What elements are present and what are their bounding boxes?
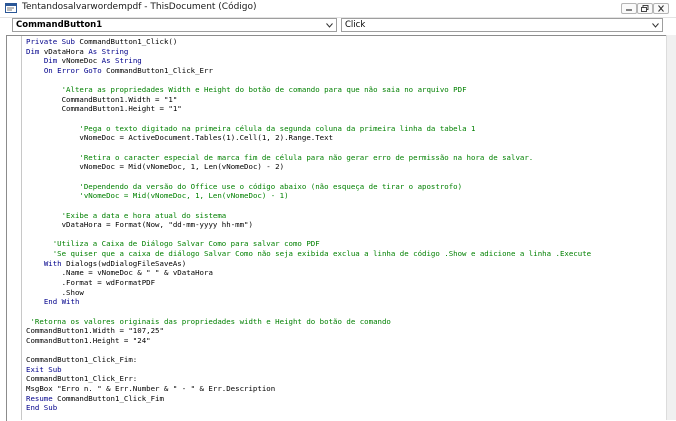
code-line[interactable]: CommandButton1.Width = "107,25" (26, 326, 666, 336)
code-comment: 'Utiliza a Caixa de Diálogo Salvar Como … (52, 239, 320, 249)
code-line[interactable]: Dim vNomeDoc As String (26, 56, 666, 66)
code-comment: 'Retorna os valores originais das propri… (30, 316, 391, 326)
code-text: vNomeDoc (61, 56, 102, 66)
code-line[interactable] (26, 201, 666, 211)
code-text: MsgBox "Erro n. " & Err.Number & " - " &… (26, 384, 276, 394)
code-keyword: Private Sub (26, 37, 80, 46)
code-line[interactable]: 'Dependendo da versão do Office use o có… (26, 182, 666, 192)
code-text: vNomeDoc = ActiveDocument.Tables(1).Cell… (79, 133, 334, 143)
code-keyword: Dim (26, 46, 44, 56)
code-keyword: Dim (43, 56, 62, 66)
minimize-icon (626, 9, 632, 11)
chevron-down-icon (326, 23, 333, 28)
code-line[interactable] (26, 114, 666, 124)
code-text: .Show (61, 287, 84, 297)
code-line[interactable]: With Dialogs(wdDialogFileSaveAs) (26, 259, 666, 269)
code-text: CommandButton1.Height = "1" (61, 104, 182, 114)
code-text: CommandButton1_Click_Err: (26, 374, 138, 384)
code-text: vDataHora (43, 46, 89, 56)
code-line[interactable]: .Format = wdFormatPDF (26, 278, 666, 288)
code-text: vNomeDoc = Mid(vNomeDoc, 1, Len(vNomeDoc… (79, 162, 285, 172)
minimize-button[interactable] (621, 3, 637, 14)
code-line[interactable]: Exit Sub (26, 365, 666, 375)
code-keyword: As String (101, 56, 142, 66)
code-line[interactable] (26, 307, 666, 317)
code-keyword: As String (88, 46, 129, 56)
code-line[interactable]: CommandButton1_Click_Err: (26, 374, 666, 384)
code-text: Dialogs(wdDialogFileSaveAs) (66, 258, 187, 268)
code-text: CommandButton1.Width = "107,25" (26, 326, 164, 336)
code-line[interactable]: 'Se quiser que a caixa de diálogo Salvar… (26, 249, 666, 259)
code-comment: 'Se quiser que a caixa de diálogo Salvar… (52, 249, 592, 259)
code-line[interactable]: vDataHora = Format(Now, "dd-mm-yyyy hh-m… (26, 220, 666, 230)
title-bar: Tentandosalvarwordempdf - ThisDocument (… (0, 0, 676, 18)
code-line[interactable]: 'Exibe a data e hora atual do sistema (26, 211, 666, 221)
code-line[interactable]: .Name = vNomeDoc & " " & vDataHora (26, 268, 666, 278)
code-line[interactable]: Resume CommandButton1_Click_Fim (26, 394, 666, 404)
code-keyword: End With (43, 297, 80, 307)
code-keyword: Exit Sub (26, 364, 62, 374)
code-keyword: With (43, 258, 67, 268)
code-line[interactable]: MsgBox "Erro n. " & Err.Number & " - " &… (26, 384, 666, 394)
code-keyword: End Sub (26, 403, 58, 413)
restore-icon (641, 5, 649, 12)
code-line[interactable]: End With (26, 297, 666, 307)
code-comment: 'Pega o texto digitado na primeira célul… (79, 123, 476, 133)
vertical-scrollbar[interactable] (666, 35, 676, 420)
close-icon (658, 5, 664, 12)
code-line[interactable]: CommandButton1.Height = "1" (26, 104, 666, 114)
code-text: CommandButton1_Click_Err (106, 65, 213, 75)
code-line[interactable]: Dim vDataHora As String (26, 47, 666, 57)
code-area[interactable]: Private Sub CommandButton1_Click() Dim vD… (26, 37, 666, 413)
close-button[interactable] (653, 3, 669, 14)
procedure-dropdown-value: Click (345, 20, 366, 30)
code-comment: 'Altera as propriedades Width e Height d… (61, 85, 467, 95)
code-line[interactable] (26, 143, 666, 153)
chevron-down-icon (652, 23, 659, 28)
code-line[interactable]: CommandButton1_Click_Fim: (26, 355, 666, 365)
code-text: CommandButton1.Width = "1" (61, 94, 178, 104)
code-line[interactable]: 'Utiliza a Caixa de Diálogo Salvar Como … (26, 239, 666, 249)
code-text: CommandButton1_Click() (79, 37, 178, 46)
code-line[interactable]: .Show (26, 288, 666, 298)
code-comment: 'Retira o caracter especial de marca fim… (79, 152, 534, 162)
code-text: vDataHora = Format(Now, "dd-mm-yyyy hh-m… (61, 220, 253, 230)
code-line[interactable]: 'Retira o caracter especial de marca fim… (26, 153, 666, 163)
code-line[interactable]: On Error GoTo CommandButton1_Click_Err (26, 66, 666, 76)
code-line[interactable]: CommandButton1.Width = "1" (26, 95, 666, 105)
code-keyword: On Error GoTo (43, 65, 107, 75)
margin-indicator-bar[interactable] (7, 36, 22, 420)
code-line[interactable]: 'Pega o texto digitado na primeira célul… (26, 124, 666, 134)
code-line[interactable] (26, 76, 666, 86)
vba-module-icon (5, 3, 17, 13)
procedure-dropdown[interactable]: Click (341, 18, 663, 32)
object-dropdown-value: CommandButton1 (16, 20, 103, 30)
object-dropdown[interactable]: CommandButton1 (12, 18, 337, 32)
code-keyword: Resume (26, 393, 58, 403)
code-line[interactable] (26, 172, 666, 182)
code-text: .Name = vNomeDoc & " " & vDataHora (61, 268, 213, 278)
window-title: Tentandosalvarwordempdf - ThisDocument (… (22, 2, 257, 12)
code-line[interactable] (26, 230, 666, 240)
code-line[interactable]: CommandButton1.Height = "24" (26, 336, 666, 346)
code-line[interactable]: Private Sub CommandButton1_Click() (26, 37, 666, 47)
code-text: .Format = wdFormatPDF (61, 278, 156, 288)
maximize-button[interactable] (637, 3, 653, 14)
code-line[interactable]: 'Retorna os valores originais das propri… (26, 317, 666, 327)
code-comment: 'vNomeDoc = Mid(vNomeDoc, 1, Len(vNomeDo… (79, 191, 289, 201)
code-line[interactable]: 'vNomeDoc = Mid(vNomeDoc, 1, Len(vNomeDo… (26, 191, 666, 201)
code-text: CommandButton1_Click_Fim: (26, 355, 138, 365)
code-comment: 'Exibe a data e hora atual do sistema (61, 210, 227, 220)
code-line[interactable]: vNomeDoc = ActiveDocument.Tables(1).Cell… (26, 133, 666, 143)
code-line[interactable]: vNomeDoc = Mid(vNomeDoc, 1, Len(vNomeDoc… (26, 162, 666, 172)
code-text: CommandButton1.Height = "24" (26, 335, 151, 345)
code-comment: 'Dependendo da versão do Office use o có… (79, 181, 463, 191)
code-line[interactable]: 'Altera as propriedades Width e Height d… (26, 85, 666, 95)
code-line[interactable] (26, 346, 666, 356)
code-text: CommandButton1_Click_Fim (57, 393, 164, 403)
code-line[interactable]: End Sub (26, 403, 666, 413)
